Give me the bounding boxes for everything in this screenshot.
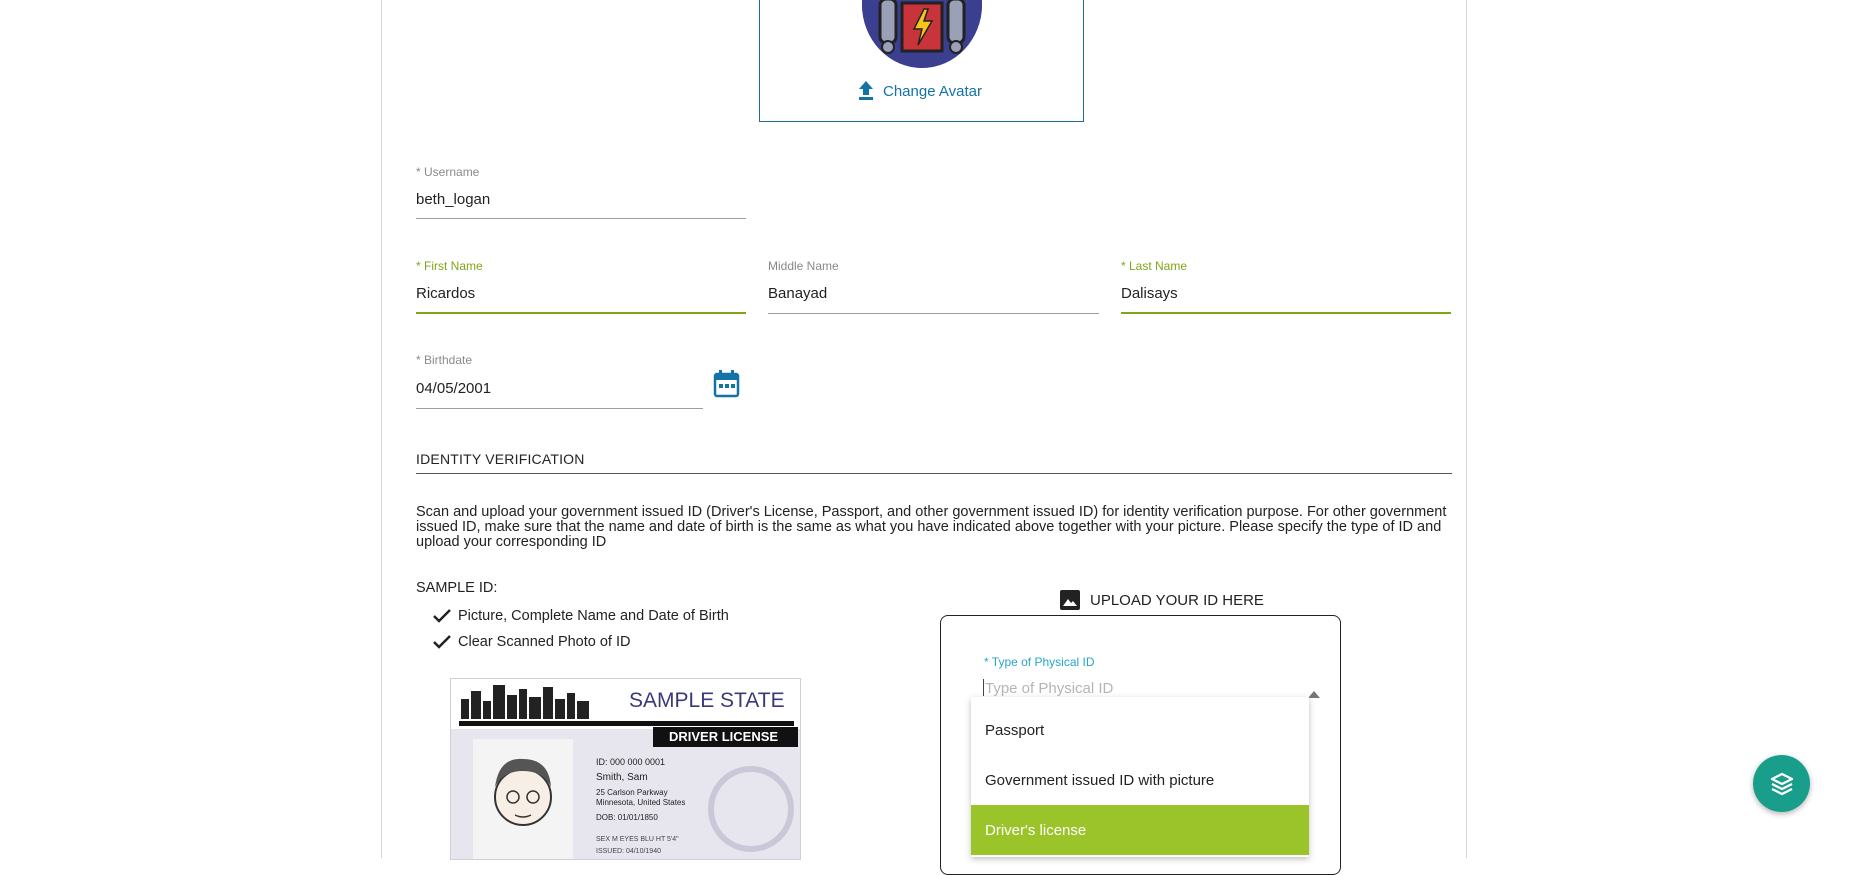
birthdate-input[interactable]: 04/05/2001 (416, 380, 703, 397)
check-label: Clear Scanned Photo of ID (458, 634, 631, 650)
identity-verification-title: IDENTITY VERIFICATION (416, 451, 585, 467)
change-avatar-button[interactable]: Change Avatar (857, 81, 982, 101)
first-name-underline (416, 312, 746, 314)
text-caret (983, 679, 984, 696)
layers-icon (1769, 771, 1795, 797)
sample-check-item: Picture, Complete Name and Date of Birth (432, 608, 729, 624)
middle-name-label: Middle Name (768, 259, 839, 273)
id-type-placeholder: Type of Physical ID (985, 680, 1114, 697)
dropdown-option-government-id[interactable]: Government issued ID with picture (971, 755, 1309, 805)
sample-card-type: DRIVER LICENSE (669, 729, 779, 744)
first-name-label: * First Name (416, 259, 483, 273)
middle-name-input[interactable]: Banayad (768, 285, 1099, 302)
check-icon (432, 608, 452, 624)
middle-name-underline (768, 313, 1099, 314)
last-name-underline (1121, 312, 1451, 314)
sample-card-extra2: ISSUED: 04/10/1940 (596, 848, 661, 855)
avatar-panel: Change Avatar (759, 0, 1084, 122)
sample-card-state: SAMPLE STATE (629, 689, 785, 712)
sample-card-address2: Minnesota, United States (596, 798, 686, 807)
username-label: * Username (416, 165, 480, 179)
sample-card-extra1: SEX M EYES BLU HT 5'4" (596, 836, 679, 843)
last-name-label: * Last Name (1121, 259, 1188, 273)
section-divider (416, 473, 1452, 474)
upload-id-heading: UPLOAD YOUR ID HERE (1060, 590, 1264, 610)
change-avatar-label: Change Avatar (883, 82, 982, 100)
username-underline (416, 218, 746, 219)
upload-id-title: UPLOAD YOUR ID HERE (1090, 591, 1264, 609)
sample-id-card: SAMPLE STATE DRIVER LICENSE ID: 000 000 … (450, 678, 801, 860)
check-icon (432, 634, 452, 650)
avatar-image (862, 0, 982, 68)
calendar-icon[interactable] (713, 370, 740, 403)
first-name-input[interactable]: Ricardos (416, 285, 746, 302)
sample-card-dob: DOB: 01/01/1850 (596, 813, 658, 822)
last-name-input[interactable]: Dalisays (1121, 285, 1451, 302)
arrow-up-icon (1308, 685, 1320, 703)
dropdown-option-drivers-license[interactable]: Driver's license (971, 805, 1309, 855)
sample-check-item: Clear Scanned Photo of ID (432, 634, 631, 650)
id-type-select[interactable]: Type of Physical ID (983, 677, 1320, 699)
sample-id-heading: SAMPLE ID: (416, 580, 498, 596)
check-label: Picture, Complete Name and Date of Birth (458, 608, 729, 624)
id-type-label: * Type of Physical ID (984, 655, 1095, 669)
sample-card-name: Smith, Sam (596, 772, 648, 783)
sample-card-address1: 25 Carlson Parkway (596, 788, 668, 797)
layers-fab-button[interactable] (1753, 755, 1810, 812)
birthdate-label: * Birthdate (416, 353, 473, 367)
dropdown-option-passport[interactable]: Passport (971, 705, 1309, 755)
sample-card-id: ID: 000 000 0001 (596, 757, 666, 767)
image-icon (1060, 590, 1080, 610)
username-input[interactable]: beth_logan (416, 191, 746, 208)
birthdate-underline (416, 408, 703, 409)
id-type-dropdown: Passport Government issued ID with pictu… (971, 697, 1309, 857)
identity-description: Scan and upload your government issued I… (416, 504, 1447, 550)
upload-icon (857, 81, 875, 101)
